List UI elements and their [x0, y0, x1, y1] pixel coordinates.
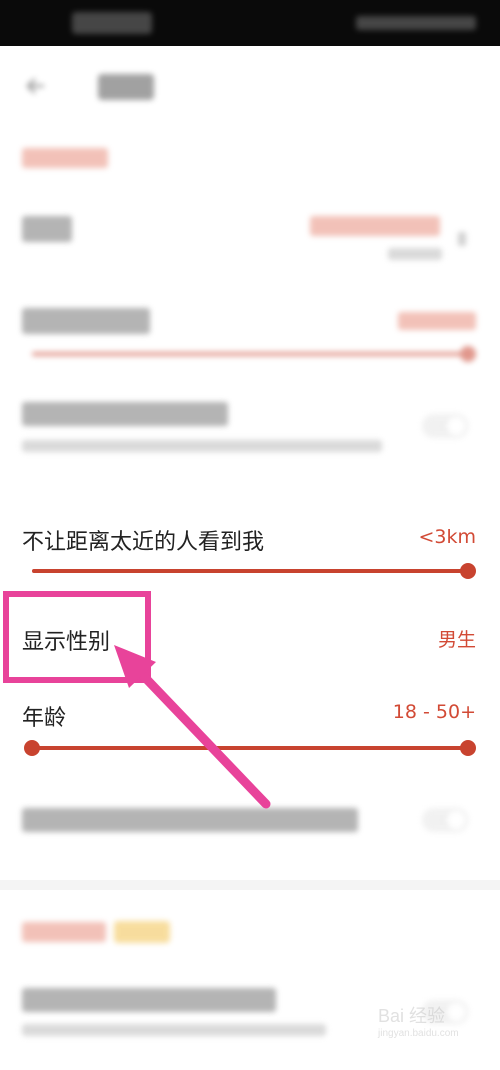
auto-expand-toggle[interactable] — [422, 414, 468, 438]
header — [0, 46, 500, 126]
section-divider — [0, 880, 500, 890]
location-sub — [388, 248, 442, 260]
age-slider-thumb-min[interactable] — [24, 740, 40, 756]
proximity-slider[interactable] — [32, 563, 476, 579]
section-title-1 — [22, 148, 108, 168]
watermark: Bai 经验 jingyan.baidu.com — [378, 1002, 488, 1058]
age-slider-fill — [32, 746, 468, 750]
proximity-value: <3km — [418, 526, 476, 548]
gender-value: 男生 — [437, 629, 476, 651]
vip-tag-icon — [114, 921, 170, 943]
search-distance-slider[interactable] — [32, 346, 476, 362]
page-title — [98, 74, 154, 100]
recent-users-label — [22, 988, 276, 1012]
watermark-url: jingyan.baidu.com — [378, 1028, 459, 1039]
proximity-label: 不让距离太近的人看到我 — [22, 530, 265, 555]
highlight-box — [3, 591, 151, 683]
priority-toggle[interactable] — [422, 808, 468, 832]
location-value[interactable] — [310, 216, 440, 236]
status-bar — [0, 0, 500, 46]
watermark-logo: Bai 经验 — [378, 1006, 446, 1026]
location-chevron-icon — [458, 232, 466, 246]
age-slider[interactable] — [24, 740, 476, 756]
location-label — [22, 216, 72, 242]
auto-expand-sub — [22, 440, 382, 452]
status-icons — [356, 16, 476, 30]
status-carrier — [72, 12, 152, 34]
section-title-2 — [22, 922, 106, 942]
priority-label — [22, 808, 358, 832]
back-arrow-icon[interactable] — [24, 74, 48, 98]
auto-expand-label — [22, 402, 228, 426]
recent-users-sub — [22, 1024, 326, 1036]
search-distance-value — [398, 312, 476, 330]
age-label: 年龄 — [22, 706, 67, 731]
proximity-slider-fill — [32, 569, 468, 573]
search-distance-label — [22, 308, 150, 334]
proximity-slider-thumb[interactable] — [460, 563, 476, 579]
age-value: 18 - 50+ — [392, 701, 476, 723]
age-slider-thumb-max[interactable] — [460, 740, 476, 756]
